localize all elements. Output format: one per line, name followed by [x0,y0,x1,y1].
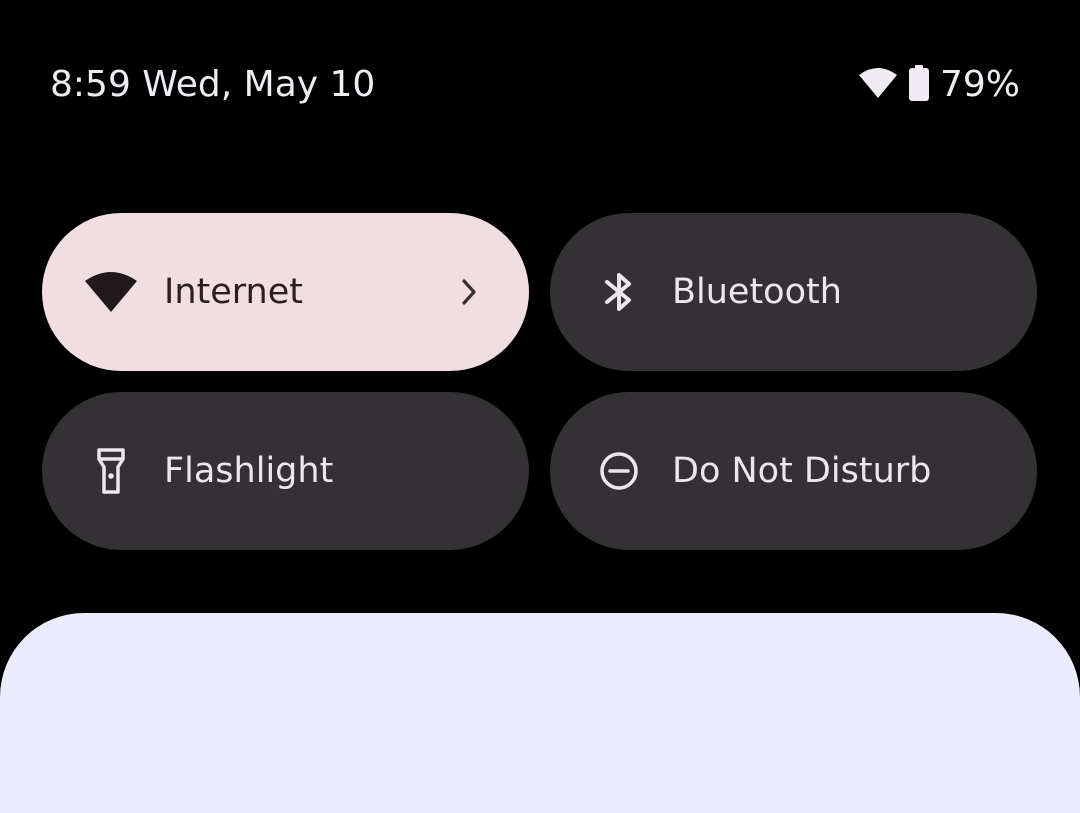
do-not-disturb-tile[interactable]: Do Not Disturb [550,392,1037,550]
status-bar: 8:59 Wed, May 10 79% [0,0,1080,170]
bluetooth-icon [590,263,648,321]
chevron-right-icon[interactable] [453,276,485,308]
battery-percentage: 79% [939,64,1020,105]
internet-tile-label: Internet [164,272,303,312]
internet-tile[interactable]: Internet [42,213,529,371]
flashlight-tile[interactable]: Flashlight [42,392,529,550]
flashlight-tile-label: Flashlight [164,451,334,491]
wifi-icon [82,263,140,321]
wifi-icon [858,67,898,103]
status-icons: 79% [858,64,1020,106]
flashlight-icon [82,442,140,500]
battery-icon [908,65,930,105]
clock-date: 8:59 Wed, May 10 [50,64,376,105]
do-not-disturb-tile-label: Do Not Disturb [672,451,932,491]
bluetooth-tile[interactable]: Bluetooth [550,213,1037,371]
do-not-disturb-icon [590,442,648,500]
notification-panel [0,613,1080,813]
bluetooth-tile-label: Bluetooth [672,272,842,312]
